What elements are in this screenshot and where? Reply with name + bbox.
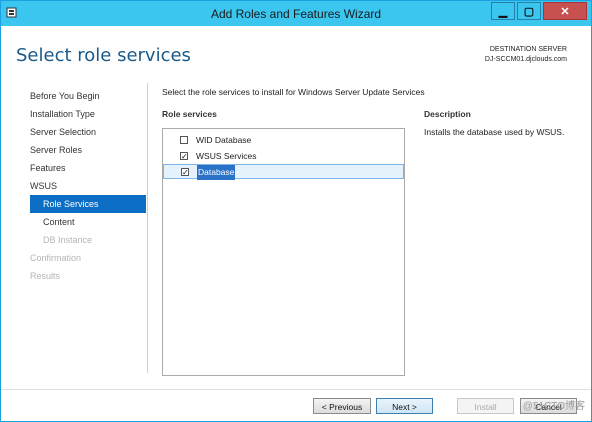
role-service-label: WSUS Services [196,151,257,161]
maximize-button[interactable]: ▢ [517,2,541,20]
instruction-text: Select the role services to install for … [162,87,425,97]
wizard-nav: Before You Begin Installation Type Serve… [30,87,146,285]
wizard-window: Add Roles and Features Wizard ▁ ▢ ✕ Sele… [0,0,592,422]
nav-item-server-roles[interactable]: Server Roles [30,141,146,159]
footer-divider [1,389,591,390]
description-text: Installs the database used by WSUS. [424,127,565,137]
nav-item-server-selection[interactable]: Server Selection [30,123,146,141]
destination-label: DESTINATION SERVER [489,46,567,53]
role-services-header: Role services [162,109,217,119]
nav-divider [147,83,148,373]
role-service-label: WID Database [196,135,252,145]
nav-item-role-services[interactable]: Role Services [30,195,146,213]
close-button[interactable]: ✕ [543,2,587,20]
wid-database-checkbox[interactable] [180,136,188,144]
nav-item-db-instance: DB Instance [43,235,93,245]
nav-item-content[interactable]: Content [30,213,146,231]
maximize-icon: ▢ [523,5,535,18]
destination-server-info: DESTINATION SERVER DJ-SCCM01.djclouds.co… [485,45,567,65]
role-service-label: Database [197,165,236,180]
close-icon: ✕ [560,5,570,18]
minimize-icon: ▁ [498,5,508,18]
nav-item-before-you-begin[interactable]: Before You Begin [30,87,146,105]
database-checkbox[interactable]: ✓ [181,168,189,177]
role-service-item-wsus-services[interactable]: ✓ WSUS Services [163,149,404,164]
checkmark-icon: ✓ [182,168,189,177]
nav-item-confirmation: Confirmation [30,253,82,263]
nav-item-wsus[interactable]: WSUS [30,177,146,195]
destination-server-name: DJ-SCCM01.djclouds.com [484,56,567,63]
wsus-services-checkbox[interactable]: ✓ [180,152,188,161]
page-title: Select role services [16,45,191,66]
checkmark-icon: ✓ [181,152,188,161]
description-header: Description [424,109,471,119]
next-button[interactable]: Next > [376,398,433,414]
nav-item-installation-type[interactable]: Installation Type [30,105,146,123]
role-service-item-database[interactable]: ✓ Database [163,164,404,180]
title-bar[interactable]: Add Roles and Features Wizard ▁ ▢ ✕ [1,1,591,26]
role-services-list[interactable]: WID Database ✓ WSUS Services ✓ Database [162,128,405,376]
previous-button[interactable]: < Previous [313,398,371,414]
watermark: @51CTO博客 [522,401,585,412]
nav-item-features[interactable]: Features [30,159,146,177]
minimize-button[interactable]: ▁ [491,2,515,20]
install-button: Install [457,398,514,414]
nav-item-results: Results [30,271,61,281]
role-service-item-wid-database[interactable]: WID Database [163,133,404,148]
